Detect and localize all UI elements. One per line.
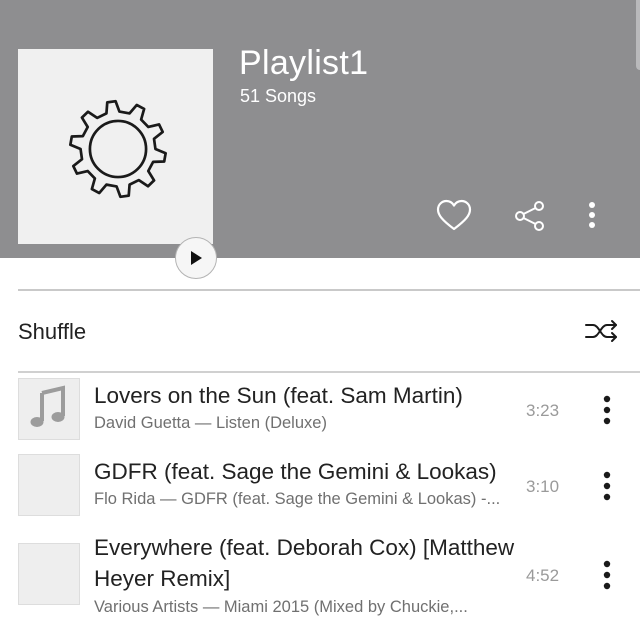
song-duration: 3:10 <box>526 477 560 496</box>
playlist-cover-art[interactable] <box>18 49 217 279</box>
playlist-title: Playlist1 <box>239 44 369 82</box>
overscroll-edge <box>636 0 640 70</box>
song-row[interactable]: GDFR (feat. Sage the Gemini & Lookas) Fl… <box>0 454 640 520</box>
song-thumbnail <box>18 378 80 440</box>
more-vertical-icon[interactable] <box>596 558 618 592</box>
shuffle-icon[interactable] <box>584 319 620 343</box>
more-vertical-icon[interactable] <box>596 393 618 427</box>
heart-outline-icon <box>436 199 472 231</box>
song-title: Lovers on the Sun (feat. Sam Martin) <box>94 383 463 408</box>
gear-icon <box>68 99 168 199</box>
music-note-icon <box>30 385 65 427</box>
share-icon <box>515 201 544 231</box>
play-playlist-button[interactable] <box>175 237 217 279</box>
song-subtitle: Various Artists — Miami 2015 (Mixed by C… <box>94 598 468 616</box>
song-subtitle: David Guetta — Listen (Deluxe) <box>94 414 327 432</box>
shuffle-row[interactable]: Shuffle <box>0 291 640 371</box>
divider <box>18 371 640 373</box>
playlist-song-count: 51 Songs <box>240 86 317 106</box>
more-options-button[interactable] <box>572 196 612 236</box>
song-duration: 3:23 <box>526 401 560 420</box>
favorite-button[interactable] <box>434 196 474 236</box>
playlist-header: Playlist1 51 Songs <box>0 0 640 279</box>
more-vertical-icon <box>589 202 595 228</box>
share-button[interactable] <box>510 196 550 236</box>
song-title: GDFR (feat. Sage the Gemini & Lookas) <box>94 459 497 484</box>
shuffle-label: Shuffle <box>18 319 87 344</box>
song-thumbnail <box>18 454 80 516</box>
song-thumbnail <box>18 543 80 605</box>
song-duration: 4:52 <box>526 566 560 585</box>
more-vertical-icon[interactable] <box>596 469 618 503</box>
song-subtitle: Flo Rida — GDFR (feat. Sage the Gemini &… <box>94 490 501 508</box>
song-row[interactable]: Lovers on the Sun (feat. Sam Martin) Dav… <box>0 378 640 444</box>
song-title: Everywhere (feat. Deborah Cox) [Matthew … <box>94 535 515 591</box>
play-icon <box>191 251 202 265</box>
song-row[interactable]: Everywhere (feat. Deborah Cox) [Matthew … <box>0 531 640 630</box>
